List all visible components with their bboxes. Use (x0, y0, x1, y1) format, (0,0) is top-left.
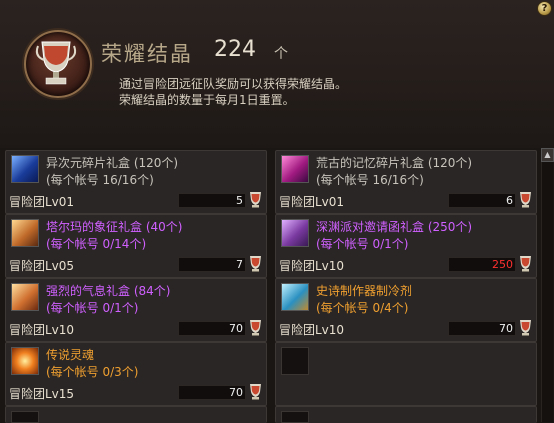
item-level: 冒险团Lv01 (279, 195, 345, 209)
item-name: 传说灵魂 (46, 348, 95, 362)
empty-slot-icon (11, 411, 39, 423)
item-level: 冒险团Lv05 (9, 259, 75, 273)
item-level: 冒险团Lv10 (279, 323, 345, 337)
gold-box-icon (11, 219, 39, 247)
empty-item-slot (5, 406, 267, 423)
empty-item-slot (275, 406, 537, 423)
item-limit: (每个帐号 0/4个) (316, 301, 409, 315)
price-box: 7 (178, 257, 246, 272)
header-panel: 荣耀结晶 224 个 通过冒险团远征队奖励可以获得荣耀结晶。 荣耀结晶的数量于每… (0, 0, 554, 148)
empty-slot-icon (281, 347, 309, 375)
item-price: 70 (229, 322, 243, 335)
price-box: 6 (448, 193, 516, 208)
item-limit: (每个帐号 16/16个) (316, 173, 424, 187)
description-line-2: 荣耀结晶的数量于每月1日重置。 (119, 93, 295, 107)
item-name: 荒古的记忆碎片礼盒 (120个) (316, 156, 473, 170)
item-limit: (每个帐号 0/3个) (46, 365, 139, 379)
crystal-trophy-icon (520, 192, 531, 208)
crystal-trophy-icon (520, 320, 531, 336)
shop-item-card[interactable]: 荒古的记忆碎片礼盒 (120个) (每个帐号 16/16个) 冒险团Lv01 6 (275, 150, 537, 214)
item-name: 史诗制作器制冷剂 (316, 284, 413, 298)
shop-item-card[interactable]: 史诗制作器制冷剂 (每个帐号 0/4个) 冒险团Lv10 70 (275, 278, 537, 342)
shop-item-card[interactable]: 异次元碎片礼盒 (120个) (每个帐号 16/16个) 冒险团Lv01 5 (5, 150, 267, 214)
shop-item-card[interactable]: 塔尔玛的象征礼盒 (40个) (每个帐号 0/14个) 冒险团Lv05 7 (5, 214, 267, 278)
purple-box-icon (281, 219, 309, 247)
price-box: 70 (448, 321, 516, 336)
item-limit: (每个帐号 0/1个) (46, 301, 139, 315)
item-name: 强烈的气息礼盒 (84个) (46, 284, 171, 298)
empty-slot-icon (281, 411, 309, 423)
empty-item-slot (275, 342, 537, 406)
item-price: 6 (506, 194, 513, 207)
shop-item-card[interactable]: 深渊派对邀请函礼盒 (250个) (每个帐号 0/1个) 冒险团Lv10 250 (275, 214, 537, 278)
item-price: 7 (236, 258, 243, 271)
crystal-trophy-icon (250, 256, 261, 272)
item-price: 5 (236, 194, 243, 207)
orange-box-icon (11, 283, 39, 311)
scroll-up-button[interactable]: ▲ (541, 148, 554, 162)
price-box: 250 (448, 257, 516, 272)
crystal-trophy-icon (250, 384, 261, 400)
item-limit: (每个帐号 0/1个) (316, 237, 409, 251)
description-line-1: 通过冒险团远征队奖励可以获得荣耀结晶。 (119, 77, 348, 91)
item-level: 冒险团Lv01 (9, 195, 75, 209)
price-box: 70 (178, 385, 246, 400)
item-level: 冒险团Lv10 (9, 323, 75, 337)
item-name: 塔尔玛的象征礼盒 (40个) (46, 220, 183, 234)
shop-item-card[interactable]: 强烈的气息礼盒 (84个) (每个帐号 0/1个) 冒险团Lv10 70 (5, 278, 267, 342)
item-name: 深渊派对邀请函礼盒 (250个) (316, 220, 473, 234)
trophy-icon (24, 30, 92, 98)
item-price: 70 (499, 322, 513, 335)
page-title: 荣耀结晶 (101, 42, 193, 66)
shop-item-card[interactable]: 传说灵魂 (每个帐号 0/3个) 冒险团Lv15 70 (5, 342, 267, 406)
price-box: 70 (178, 321, 246, 336)
item-price: 70 (229, 386, 243, 399)
scrollbar-track[interactable] (541, 162, 553, 422)
description: 通过冒险团远征队奖励可以获得荣耀结晶。 荣耀结晶的数量于每月1日重置。 (119, 76, 347, 108)
crystal-trophy-icon (250, 320, 261, 336)
item-limit: (每个帐号 0/14个) (46, 237, 147, 251)
orange-soul-icon (11, 347, 39, 375)
blue-crystal-box-icon (11, 155, 39, 183)
crystal-count: 224 (214, 37, 256, 62)
item-name: 异次元碎片礼盒 (120个) (46, 156, 179, 170)
crystal-trophy-icon (520, 256, 531, 272)
item-level: 冒险团Lv15 (9, 387, 75, 401)
price-box: 5 (178, 193, 246, 208)
pink-crystal-box-icon (281, 155, 309, 183)
help-button[interactable]: ? (537, 1, 552, 16)
crystal-trophy-icon (250, 192, 261, 208)
item-limit: (每个帐号 16/16个) (46, 173, 154, 187)
item-level: 冒险团Lv10 (279, 259, 345, 273)
cyan-crystal-icon (281, 283, 309, 311)
item-price: 250 (492, 258, 513, 271)
count-unit: 个 (274, 46, 288, 62)
